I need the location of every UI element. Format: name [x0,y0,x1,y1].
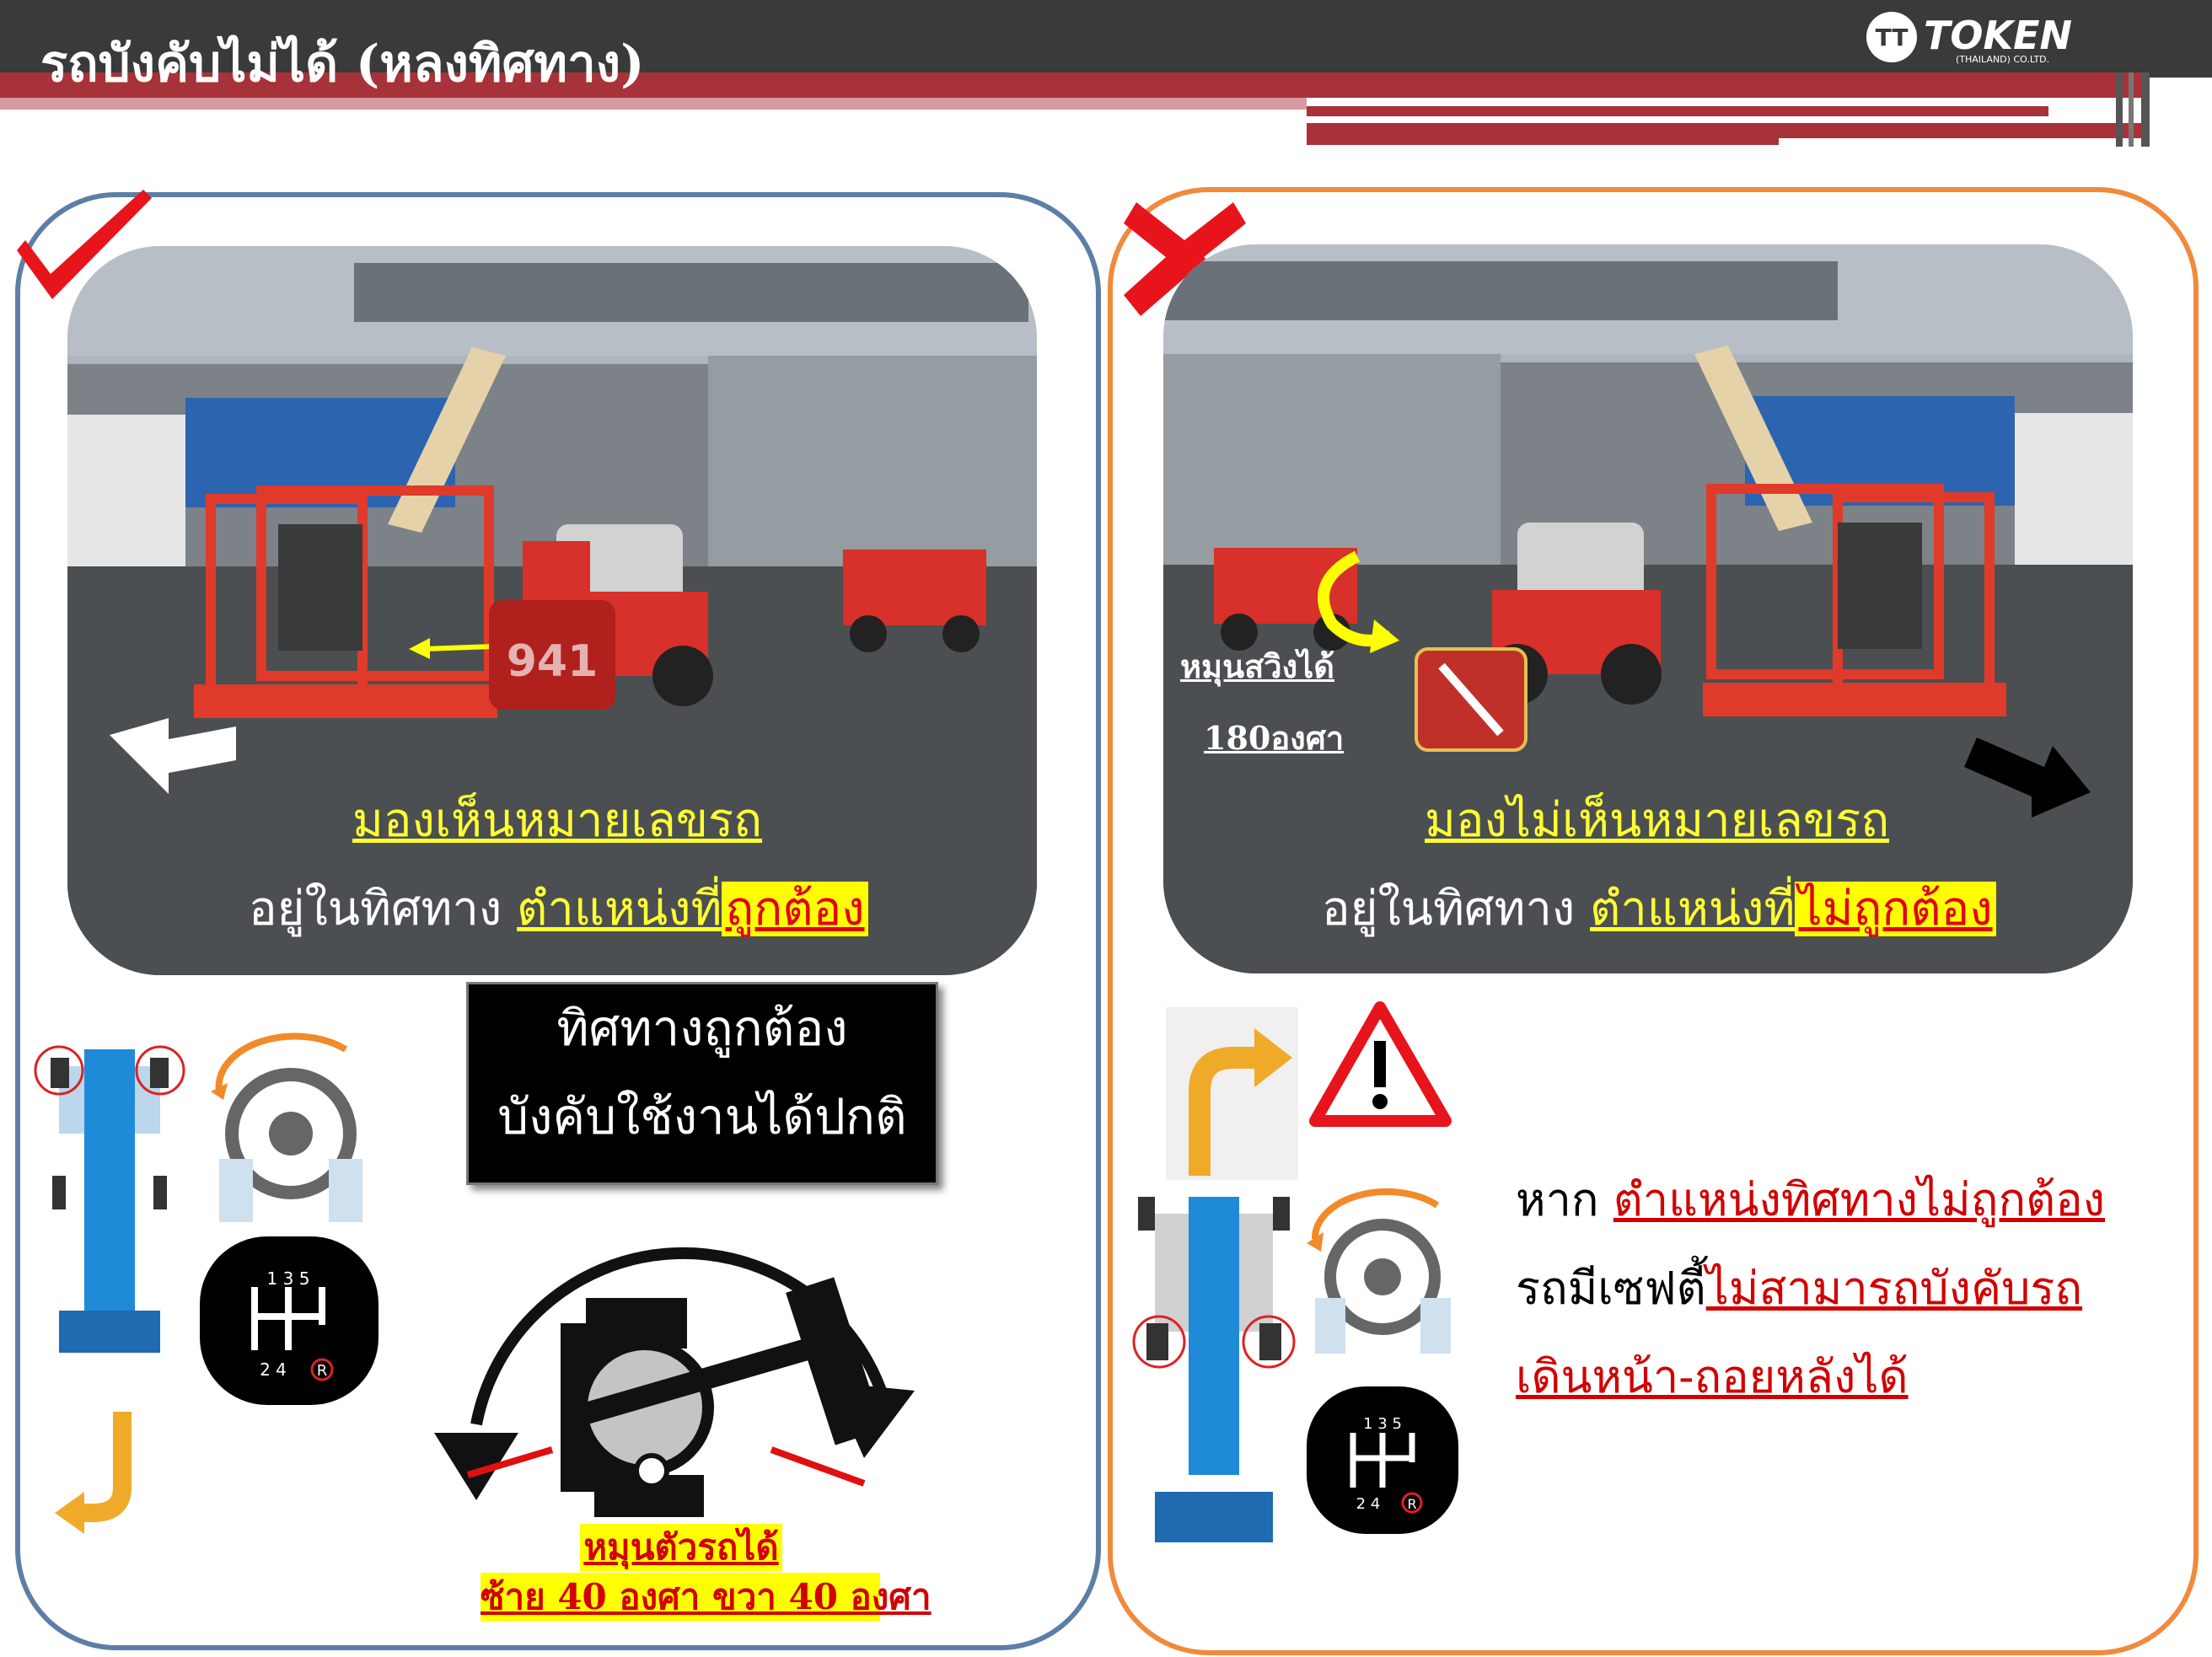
svg-text:TT: TT [1876,24,1909,51]
box-line1: ทิศทางถูกต้อง [556,1000,848,1057]
warning-forward-backward: เดินหน้า-ถอยหลังได้ [1516,1350,1909,1403]
gear-shift-wrong-icon: 1 3 5 2 4 R [1307,1386,1458,1534]
right-line2-highlight: ไม่ถูกต้อง [1795,882,1996,936]
left-line2-position: ตำแหน่งที่ [517,882,722,936]
page-title: รถบังคับไม่ได้ (หลงทิศทาง) [40,35,645,94]
left-caption-line2: อยู่ในทิศทาง ตำแหน่งที่ถูกต้อง [249,871,868,946]
gear-bottom-label: 2 4 [260,1359,287,1380]
warning-line1: หาก ตำแหน่งทิศทางไม่ถูกต้อง [1516,1163,2105,1236]
gear-bottom-label-right: 2 4 [1356,1495,1381,1513]
incorrect-direction-photo [1163,244,2133,973]
turn-right-arrow-icon [1166,1007,1298,1180]
correct-direction-photo: 941 [67,246,1037,975]
scene-illustration: 941 [67,246,1037,975]
right-caption-no-number: มองไม่เห็นหมายเลขรถ [1425,793,1890,848]
token-logo: TT TOKEN (THAILAND) CO.LTD. [1866,12,2072,65]
warning-line3: เดินหน้า-ถอยหลังได้ [1516,1340,1909,1413]
turn-arrow-icon [55,1412,132,1534]
warning-cannot-steer: ไม่สามารถบังคับรถ [1705,1262,2083,1315]
warning-prefix: หาก [1516,1173,1613,1226]
warning-icon [1309,1001,1452,1127]
warning-position-wrong: ตำแหน่งทิศทางไม่ถูกต้อง [1613,1173,2106,1226]
left-line2-highlight: ถูกต้อง [722,882,868,936]
scene-illustration-mirrored [1163,244,2133,973]
rotation-diagram [434,1247,915,1517]
gear-shift-icon: 1 3 5 2 4 R [200,1236,379,1405]
header-stripes [1307,72,2150,147]
swing-label-line2: 180องศา [1204,719,1345,757]
svg-text:R: R [317,1362,328,1380]
unit-number-zoom: 941 [507,636,599,687]
logo-subtext: (THAILAND) CO.LTD. [1956,54,2049,65]
lift-topview-icon [34,1045,185,1353]
warning-line2: รถมีเซฟตี้ไม่สามารถบังคับรถ [1516,1252,2082,1324]
correct-direction-box: ทิศทางถูกต้อง บังคับใช้งานได้ปกติ [466,982,938,1185]
box-line2: บังคับใช้งานได้ปกติ [497,1088,907,1145]
lift-topview-wrong-icon [1132,1197,1296,1542]
steering-wheel-wrong-icon [1307,1188,1451,1354]
right-caption-line2: อยู่ในทิศทาง ตำแหน่งที่ไม่ถูกต้อง [1322,871,1996,946]
swing-label-line1: หมุนสวิงได้ [1180,647,1334,685]
logo-text: TOKEN [1924,13,2072,58]
gear-top-label-right: 1 3 5 [1363,1415,1402,1433]
left-line2-prefix: อยู่ในทิศทาง [249,882,518,936]
warning-safety: รถมีเซฟตี้ [1516,1262,1706,1315]
rotate-label-line2: ซ้าย 40 องศา ขวา 40 องศา [481,1573,932,1622]
right-line2-prefix: อยู่ในทิศทาง [1322,882,1591,936]
gear-top-label: 1 3 5 [267,1268,310,1289]
right-line2-position: ตำแหน่งที่ [1590,882,1796,936]
steering-wheel-icon [211,1032,362,1222]
left-caption-visible-number: มองเห็นหมายเลขรถ [352,793,763,848]
svg-text:R: R [1407,1496,1416,1512]
rotate-label-line1: หมุนตัวรถได้ [580,1524,782,1571]
